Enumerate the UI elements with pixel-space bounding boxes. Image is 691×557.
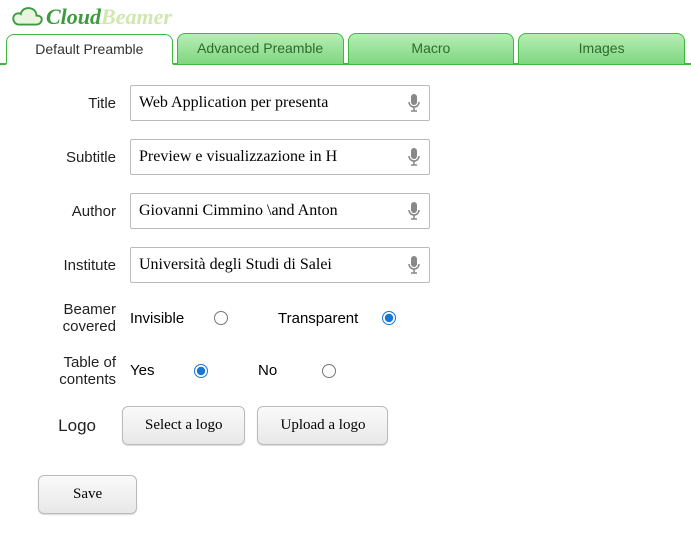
mic-icon[interactable] bbox=[406, 201, 422, 221]
label-author: Author bbox=[30, 203, 130, 220]
tab-advanced-preamble[interactable]: Advanced Preamble bbox=[177, 33, 344, 64]
input-institute[interactable] bbox=[130, 247, 430, 283]
label-logo: Logo bbox=[30, 416, 110, 436]
label-institute: Institute bbox=[30, 257, 130, 274]
tab-images[interactable]: Images bbox=[518, 33, 685, 64]
label-toc: Table of contents bbox=[30, 354, 130, 389]
app-logo-bar: Cloud Beamer bbox=[0, 0, 691, 32]
mic-icon[interactable] bbox=[406, 255, 422, 275]
tab-default-preamble[interactable]: Default Preamble bbox=[6, 34, 173, 65]
radio-transparent[interactable] bbox=[382, 311, 396, 325]
input-title[interactable] bbox=[130, 85, 430, 121]
tab-bar: Default Preamble Advanced Preamble Macro… bbox=[0, 32, 691, 65]
label-transparent: Transparent bbox=[278, 310, 358, 327]
mic-icon[interactable] bbox=[406, 93, 422, 113]
form-area: Title Subtitle Author Institute Beamer c… bbox=[0, 65, 691, 536]
label-title: Title bbox=[30, 95, 130, 112]
logo-text-cloud: Cloud bbox=[46, 4, 101, 30]
logo-text-beamer: Beamer bbox=[101, 4, 172, 30]
radio-toc-yes[interactable] bbox=[194, 364, 208, 378]
cloud-icon bbox=[8, 5, 44, 29]
radio-toc-no[interactable] bbox=[322, 364, 336, 378]
label-beamer-covered: Beamer covered bbox=[30, 301, 130, 336]
radio-invisible[interactable] bbox=[214, 311, 228, 325]
label-toc-no: No bbox=[258, 362, 298, 379]
label-toc-yes: Yes bbox=[130, 362, 170, 379]
label-subtitle: Subtitle bbox=[30, 149, 130, 166]
tab-macro[interactable]: Macro bbox=[348, 33, 515, 64]
input-author[interactable] bbox=[130, 193, 430, 229]
label-invisible: Invisible bbox=[130, 310, 190, 327]
input-subtitle[interactable] bbox=[130, 139, 430, 175]
mic-icon[interactable] bbox=[406, 147, 422, 167]
select-logo-button[interactable]: Select a logo bbox=[122, 406, 245, 445]
upload-logo-button[interactable]: Upload a logo bbox=[257, 406, 388, 445]
save-button[interactable]: Save bbox=[38, 475, 137, 514]
